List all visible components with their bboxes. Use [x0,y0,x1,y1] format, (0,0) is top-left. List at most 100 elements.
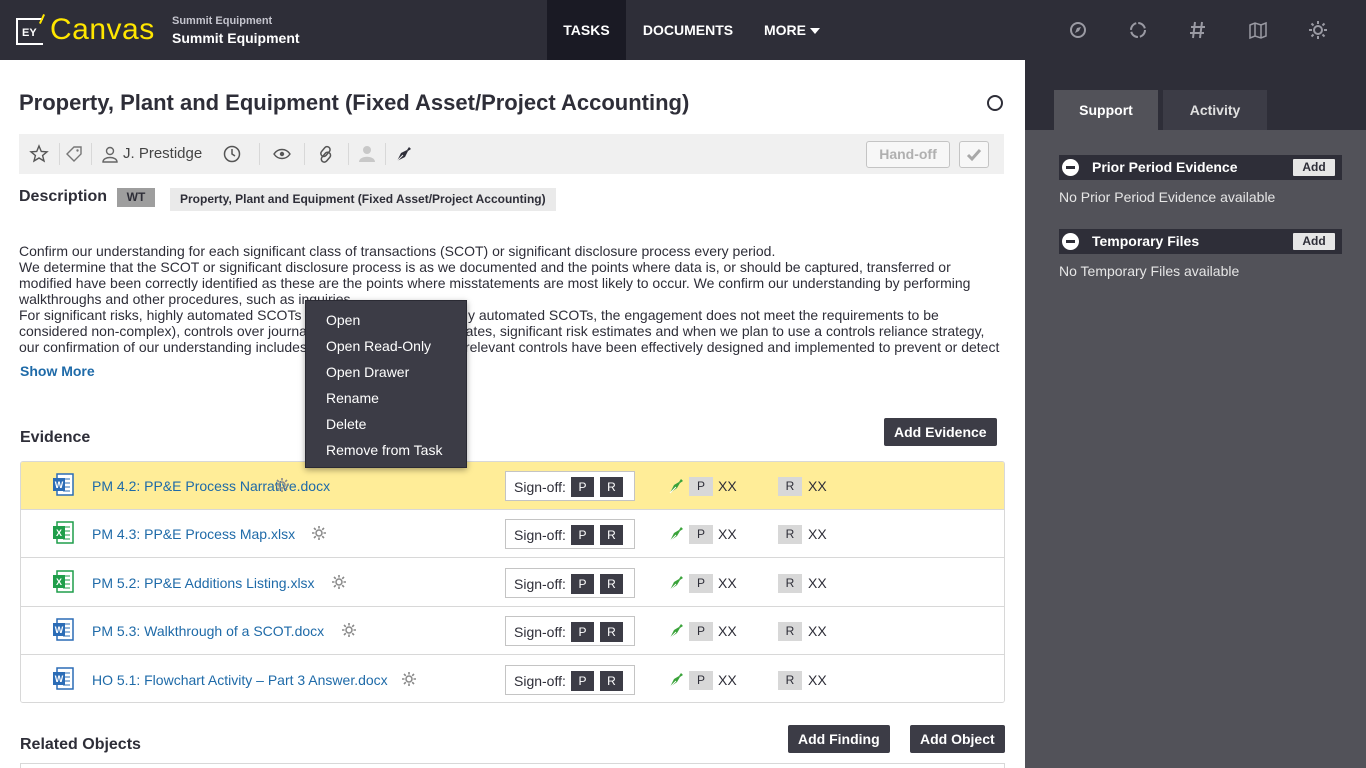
context-menu: Open Open Read-Only Open Drawer Rename D… [305,300,467,468]
add-evidence-button[interactable]: Add Evidence [884,418,997,446]
assignee-name[interactable]: J. Prestidge [123,145,202,162]
client-subtitle: Summit Equipment [172,15,273,27]
gear-icon[interactable] [274,477,290,493]
menu-item-rename[interactable]: Rename [326,390,379,406]
menu-item-remove-from-task[interactable]: Remove from Task [326,442,442,458]
tab-activity[interactable]: Activity [1163,90,1267,130]
reviewer-signoff-button[interactable]: R [600,622,623,642]
svg-text:W: W [55,674,64,684]
reviewer-chip: R [778,622,802,641]
evidence-file-link[interactable]: PM 5.3: Walkthrough of a SCOT.docx [92,623,324,639]
signoff-label: Sign-off: [514,527,566,543]
hash-icon[interactable] [1187,19,1209,41]
temporary-files-empty-text: No Temporary Files available [1059,263,1240,279]
description-text: Confirm our understanding for each signi… [19,243,1007,355]
nav-more-label: MORE [764,22,806,38]
signoff-label: Sign-off: [514,479,566,495]
reviewer-signoff-button[interactable]: R [600,574,623,594]
evidence-row[interactable]: W PM 5.3: Walkthrough of a SCOT.docx Sig… [21,607,1004,655]
menu-item-open-drawer[interactable]: Open Drawer [326,364,409,380]
hand-off-button[interactable]: Hand-off [866,141,950,168]
evidence-row[interactable]: X PM 4.3: PP&E Process Map.xlsx Sign-off… [21,510,1004,558]
top-navigation-bar: EY Canvas Summit Equipment Summit Equipm… [0,0,1366,60]
preparer-signoff-button[interactable]: P [571,574,594,594]
preparer-signoff-button[interactable]: P [571,622,594,642]
pen-signoff-icon[interactable] [394,144,414,164]
evidence-file-link[interactable]: PM 4.3: PP&E Process Map.xlsx [92,526,295,542]
description-chip: Property, Plant and Equipment (Fixed Ass… [170,188,556,211]
gear-icon[interactable] [401,671,417,687]
pen-signoff-icon[interactable] [668,671,686,689]
evidence-file-link[interactable]: PM 5.2: PP&E Additions Listing.xlsx [92,575,315,591]
add-prior-evidence-button[interactable]: Add [1293,159,1335,176]
evidence-file-link[interactable]: HO 5.1: Flowchart Activity – Part 3 Answ… [92,672,388,688]
preparer-chip: P [689,525,713,544]
preparer-initials: XX [718,672,737,688]
signoff-label: Sign-off: [514,624,566,640]
excel-file-icon: X [52,570,74,594]
pen-signoff-icon[interactable] [668,477,686,495]
tab-support[interactable]: Support [1054,90,1158,130]
complete-button[interactable] [959,141,989,168]
toolbar-divider [259,143,260,165]
add-temporary-file-button[interactable]: Add [1293,233,1335,250]
evidence-file-link[interactable]: PM 4.2: PP&E Process Narrative.docx [92,478,330,494]
wt-badge: WT [117,188,155,207]
related-objects-title: Related Objects [20,736,141,753]
collapse-icon[interactable] [1062,159,1079,176]
description-label: Description [19,188,108,205]
preparer-signoff-button[interactable]: P [571,671,594,691]
clock-icon[interactable] [222,144,242,164]
gear-icon[interactable] [341,622,357,638]
evidence-row[interactable]: W PM 4.2: PP&E Process Narrative.docx Si… [21,462,1004,510]
preparer-signoff-button[interactable]: P [571,525,594,545]
prior-period-empty-text: No Prior Period Evidence available [1059,189,1276,205]
sync-icon[interactable] [1127,19,1149,41]
preparer-signoff-button[interactable]: P [571,477,594,497]
map-icon[interactable] [1247,19,1269,41]
svg-text:W: W [55,480,64,490]
show-more-link[interactable]: Show More [20,363,95,379]
add-object-button[interactable]: Add Object [910,725,1005,753]
nav-documents[interactable]: DOCUMENTS [636,0,740,60]
link-icon[interactable] [316,144,336,164]
tag-icon[interactable] [64,144,84,164]
menu-item-delete[interactable]: Delete [326,416,366,432]
checkmark-icon [966,149,982,162]
status-circle-icon[interactable] [987,95,1003,111]
evidence-row[interactable]: W HO 5.1: Flowchart Activity – Part 3 An… [21,656,1004,702]
gear-icon[interactable] [311,525,327,541]
pen-signoff-icon[interactable] [668,574,686,592]
nav-more[interactable]: MORE [752,0,832,60]
reviewer-signoff-button[interactable]: R [600,477,623,497]
collapse-icon[interactable] [1062,233,1079,250]
preparer-initials: XX [718,478,737,494]
menu-item-open[interactable]: Open [326,312,360,328]
evidence-title: Evidence [20,429,91,446]
compass-icon[interactable] [1067,19,1089,41]
signoff-box: Sign-off: P R [505,665,635,695]
toolbar-divider [348,143,349,165]
section-title: Temporary Files [1092,233,1200,249]
reviewer-chip: R [778,574,802,593]
app-name[interactable]: Canvas [50,13,155,47]
reviewer-initials: XX [808,478,827,494]
reviewer-signoff-button[interactable]: R [600,671,623,691]
add-finding-button[interactable]: Add Finding [788,725,890,753]
settings-icon[interactable] [1307,19,1329,41]
pen-signoff-icon[interactable] [668,525,686,543]
word-file-icon: W [52,667,74,691]
svg-text:X: X [56,577,62,587]
preparer-chip: P [689,574,713,593]
client-name[interactable]: Summit Equipment [172,30,300,46]
gear-icon[interactable] [331,574,347,590]
nav-tasks[interactable]: TASKS [547,0,626,60]
signoff-box: Sign-off: P R [505,471,635,501]
eye-icon[interactable] [272,144,292,164]
star-icon[interactable] [29,144,49,164]
menu-item-open-read-only[interactable]: Open Read-Only [326,338,431,354]
evidence-row[interactable]: X PM 5.2: PP&E Additions Listing.xlsx Si… [21,559,1004,607]
pen-signoff-icon[interactable] [668,622,686,640]
reviewer-signoff-button[interactable]: R [600,525,623,545]
description-paragraph: We determine that the SCOT or significan… [19,259,971,307]
